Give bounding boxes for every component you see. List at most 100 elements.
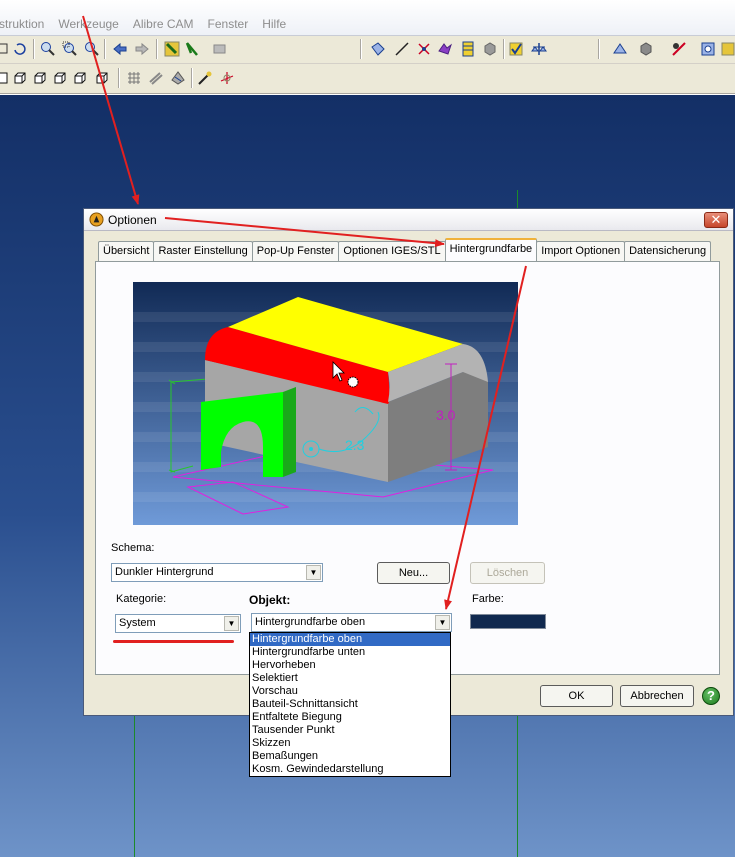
tab-import-optionen[interactable]: Import Optionen xyxy=(536,241,626,261)
constraint-icon[interactable] xyxy=(437,41,453,57)
chevron-down-icon[interactable]: ▼ xyxy=(435,615,450,630)
help-icon[interactable]: ? xyxy=(702,687,720,705)
workspace-axis-line xyxy=(517,715,518,857)
menu-bar: struktion Werkzeuge Alibre CAM Fenster H… xyxy=(0,0,735,36)
schema-label: Schema: xyxy=(111,542,155,554)
tab-uebersicht[interactable]: Übersicht xyxy=(98,241,155,261)
dropdown-option[interactable]: Kosm. Gewindedarstellung xyxy=(250,763,450,776)
radius-dimension-label: 2.3 xyxy=(345,437,365,453)
tab-optionen-iges-stl[interactable]: Optionen IGES/STL xyxy=(338,241,446,261)
abbrechen-button[interactable]: Abbrechen xyxy=(620,685,694,707)
bug-icon[interactable] xyxy=(197,70,213,86)
toolbar-separator xyxy=(191,68,193,88)
dropdown-option[interactable]: Hervorheben xyxy=(250,659,450,672)
pan-icon[interactable] xyxy=(0,41,12,57)
dropdown-option[interactable]: Vorschau xyxy=(250,685,450,698)
toolbar-separator xyxy=(33,39,35,59)
tab-strip: Übersicht Raster Einstellung Pop-Up Fens… xyxy=(98,238,712,261)
toolbar-row-1 xyxy=(0,36,735,64)
dropdown-option[interactable]: Bauteil-Schnittansicht xyxy=(250,698,450,711)
objekt-select[interactable]: Hintergrundfarbe oben ▼ xyxy=(251,613,452,632)
sketch-icon[interactable] xyxy=(370,41,386,57)
view-iso-icon[interactable] xyxy=(94,70,110,86)
bom-icon[interactable] xyxy=(720,41,735,57)
workspace-axis-line xyxy=(134,715,135,857)
select-filter-icon[interactable] xyxy=(164,41,180,57)
menu-alibre-cam[interactable]: Alibre CAM xyxy=(133,17,194,31)
loeschen-button[interactable]: Löschen xyxy=(470,562,545,584)
grid-icon[interactable] xyxy=(126,70,142,86)
dropdown-option[interactable]: Hintergrundfarbe oben xyxy=(250,633,450,646)
back-arrow-icon[interactable] xyxy=(112,41,128,57)
tab-panel-hintergrundfarbe: 2.3 3.0 Schema: Dunkler Hintergrund ▼ Ne… xyxy=(95,261,720,675)
ok-button[interactable]: OK xyxy=(540,685,613,707)
objekt-label: Objekt: xyxy=(249,593,291,607)
tab-raster-einstellung[interactable]: Raster Einstellung xyxy=(153,241,253,261)
zoom-window-icon[interactable] xyxy=(62,41,78,57)
check-icon[interactable] xyxy=(508,41,524,57)
axis-icon[interactable] xyxy=(219,70,235,86)
toolbar-separator xyxy=(104,39,106,59)
menu-konstruktion[interactable]: struktion xyxy=(0,17,44,31)
view-right-icon[interactable] xyxy=(52,70,68,86)
dialog-close-button[interactable]: ✕ xyxy=(704,212,728,228)
farbe-label: Farbe: xyxy=(472,593,504,605)
toolbar-separator xyxy=(598,39,600,59)
menu-hilfe[interactable]: Hilfe xyxy=(262,17,286,31)
kategorie-value: System xyxy=(119,617,156,629)
render-icon[interactable] xyxy=(170,70,186,86)
shade-icon[interactable] xyxy=(638,41,654,57)
rotate-icon[interactable] xyxy=(12,41,28,57)
tab-datensicherung[interactable]: Datensicherung xyxy=(624,241,712,261)
flag-icon[interactable] xyxy=(184,41,200,57)
line-icon[interactable] xyxy=(394,41,410,57)
schema-select[interactable]: Dunkler Hintergrund ▼ xyxy=(111,563,323,582)
kategorie-select[interactable]: System ▼ xyxy=(115,614,241,633)
toolbar-separator xyxy=(503,39,505,59)
neu-button[interactable]: Neu... xyxy=(377,562,450,584)
tab-pop-up-fenster[interactable]: Pop-Up Fenster xyxy=(251,241,340,261)
dialog-title-bar[interactable]: Optionen ✕ xyxy=(84,209,733,231)
toolbar-row-2 xyxy=(0,64,735,94)
zoom-in-icon[interactable] xyxy=(40,41,56,57)
objekt-value: Hintergrundfarbe oben xyxy=(255,616,366,628)
toolbar-separator xyxy=(118,68,120,88)
menu-fenster[interactable]: Fenster xyxy=(208,17,249,31)
schema-value: Dunkler Hintergrund xyxy=(115,566,214,578)
dropdown-option[interactable]: Selektiert xyxy=(250,672,450,685)
app-logo-icon xyxy=(89,212,104,227)
measure-icon[interactable] xyxy=(671,41,687,57)
kategorie-label: Kategorie: xyxy=(116,593,167,605)
dropdown-option[interactable]: Skizzen xyxy=(250,737,450,750)
dropdown-option[interactable]: Entfaltete Biegung xyxy=(250,711,450,724)
dropdown-option[interactable]: Bemaßungen xyxy=(250,750,450,763)
tab-hintergrundfarbe[interactable]: Hintergrundfarbe xyxy=(444,238,538,261)
chevron-down-icon[interactable]: ▼ xyxy=(306,565,321,580)
vertical-dimension-label: 3.0 xyxy=(436,407,456,423)
toolbar-separator xyxy=(360,39,362,59)
camera-icon[interactable] xyxy=(212,41,228,57)
view-front-icon[interactable] xyxy=(0,70,10,86)
annotation-underline xyxy=(113,640,234,643)
view-icon[interactable] xyxy=(612,41,628,57)
assembly-icon[interactable] xyxy=(700,41,716,57)
dropdown-option[interactable]: Tausender Punkt xyxy=(250,724,450,737)
view-top-icon[interactable] xyxy=(72,70,88,86)
view-left-icon[interactable] xyxy=(32,70,48,86)
dropdown-option[interactable]: Hintergrundfarbe unten xyxy=(250,646,450,659)
menu-werkzeuge[interactable]: Werkzeuge xyxy=(58,17,118,31)
objekt-dropdown-list: Hintergrundfarbe oben Hintergrundfarbe un… xyxy=(249,632,451,777)
table-icon[interactable] xyxy=(460,41,476,57)
view-back-icon[interactable] xyxy=(12,70,28,86)
snap-icon[interactable] xyxy=(148,70,164,86)
toolbar-separator xyxy=(156,39,158,59)
chevron-down-icon[interactable]: ▼ xyxy=(224,616,239,631)
scale-icon[interactable] xyxy=(531,41,547,57)
point-icon[interactable] xyxy=(416,41,432,57)
zoom-out-icon[interactable] xyxy=(84,41,100,57)
farbe-color-swatch[interactable] xyxy=(470,614,546,629)
cube-icon[interactable] xyxy=(482,41,498,57)
dialog-title: Optionen xyxy=(108,213,157,227)
background-preview-image: 2.3 3.0 xyxy=(133,282,518,525)
forward-arrow-icon[interactable] xyxy=(134,41,150,57)
